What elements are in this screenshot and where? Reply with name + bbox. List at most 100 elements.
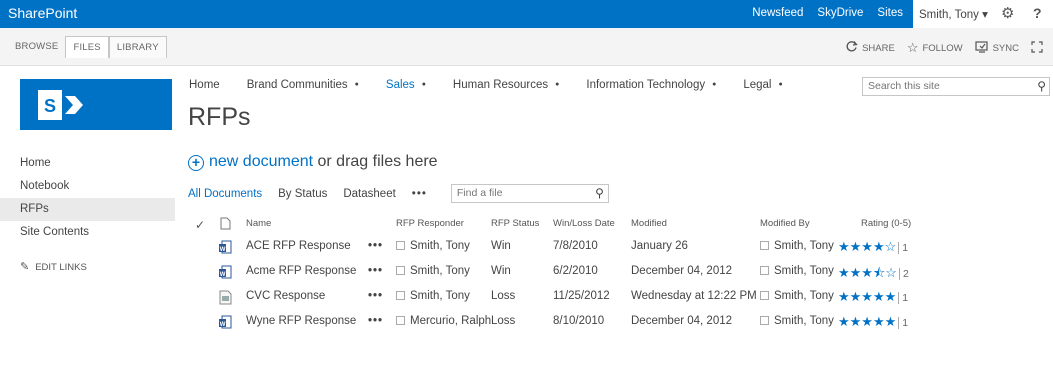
site-logo[interactable]: S: [20, 79, 172, 130]
rating-stars-icon[interactable]: ★★★★★: [838, 314, 896, 329]
page-title: RFPs: [188, 103, 251, 131]
name-column-header[interactable]: Name: [246, 218, 271, 229]
topnav-legal-label: Legal: [743, 79, 772, 91]
leftnav-item-rfps[interactable]: RFPs: [0, 198, 175, 221]
winloss-column-header[interactable]: Win/Loss Date: [553, 218, 615, 229]
modified-cell: December 04, 2012: [631, 315, 733, 327]
file-type-header-icon: [220, 217, 231, 233]
tab-files[interactable]: FILES: [65, 36, 109, 58]
responder-cell[interactable]: Smith, Tony: [396, 240, 470, 252]
modified-by-name: Smith, Tony: [774, 240, 834, 252]
search-input[interactable]: [868, 80, 1028, 92]
presence-icon: [760, 316, 769, 325]
modified-by-column-header[interactable]: Modified By: [760, 218, 810, 229]
rating-stars-icon[interactable]: ★★★★☆: [838, 239, 896, 254]
sync-button[interactable]: SYNC: [974, 40, 1019, 56]
table-row[interactable]: W ACE RFP Response ••• Smith, Tony Win 7…: [188, 236, 928, 261]
ribbon-tabs: BROWSE FILES LIBRARY: [8, 36, 167, 58]
responder-cell[interactable]: Smith, Tony: [396, 265, 470, 277]
item-menu-button[interactable]: •••: [368, 290, 383, 302]
dropdown-caret-icon: ●: [712, 81, 717, 89]
rating-cell[interactable]: ★★★★★ 1: [838, 314, 909, 330]
item-menu-button[interactable]: •••: [368, 240, 383, 252]
tab-library[interactable]: LIBRARY: [108, 36, 167, 58]
more-views-button[interactable]: •••: [412, 188, 427, 200]
leftnav-item-site-contents[interactable]: Site Contents: [0, 221, 175, 244]
follow-label: FOLLOW: [922, 42, 963, 54]
status-cell: Win: [491, 265, 511, 277]
pencil-icon: ✎: [20, 261, 30, 273]
responder-cell[interactable]: Mercurio, Ralph: [396, 315, 491, 327]
follow-button[interactable]: ☆ FOLLOW: [907, 40, 963, 56]
search-icon[interactable]: ⚲: [1037, 79, 1046, 93]
gear-icon[interactable]: ⚙: [1001, 4, 1014, 22]
modified-by-cell[interactable]: Smith, Tony: [760, 265, 834, 277]
topnav-brand-communities[interactable]: Brand Communities ●: [247, 79, 359, 91]
sites-link[interactable]: Sites: [877, 7, 903, 19]
view-all-documents[interactable]: All Documents: [188, 188, 262, 200]
leftnav-item-notebook[interactable]: Notebook: [0, 175, 175, 198]
tab-browse[interactable]: BROWSE: [8, 36, 65, 58]
document-name-link[interactable]: Acme RFP Response: [246, 265, 356, 277]
modified-column-header[interactable]: Modified: [631, 218, 667, 229]
topnav-human-resources[interactable]: Human Resources ●: [453, 79, 559, 91]
skydrive-link[interactable]: SkyDrive: [817, 7, 863, 19]
modified-by-cell[interactable]: Smith, Tony: [760, 290, 834, 302]
rating-column-header[interactable]: Rating (0-5): [861, 218, 911, 229]
modified-cell: January 26: [631, 240, 688, 252]
new-document-link[interactable]: new document: [209, 153, 313, 170]
share-button[interactable]: SHARE: [845, 40, 895, 56]
item-menu-button[interactable]: •••: [368, 265, 383, 277]
dropdown-caret-icon: ●: [354, 81, 359, 89]
word-document-icon: W: [219, 265, 232, 280]
responder-column-header[interactable]: RFP Responder: [396, 218, 464, 229]
find-file-input[interactable]: [456, 187, 587, 199]
modified-by-name: Smith, Tony: [774, 265, 834, 277]
document-name-link[interactable]: CVC Response: [246, 290, 325, 302]
user-area: Smith, Tony ▾ ⚙ ?: [913, 0, 1053, 28]
topnav-home[interactable]: Home: [189, 79, 220, 91]
rating-count: 1: [898, 242, 909, 254]
responder-name: Smith, Tony: [410, 290, 470, 302]
add-icon[interactable]: +: [188, 155, 204, 171]
rating-count: 1: [898, 292, 909, 304]
view-by-status[interactable]: By Status: [278, 188, 327, 200]
document-name-link[interactable]: Wyne RFP Response: [246, 315, 356, 327]
presence-icon: [396, 266, 405, 275]
modified-by-cell[interactable]: Smith, Tony: [760, 240, 834, 252]
view-datasheet[interactable]: Datasheet: [343, 188, 395, 200]
table-row[interactable]: W Wyne RFP Response ••• Mercurio, Ralph …: [188, 311, 928, 336]
winloss-date-cell: 6/2/2010: [553, 265, 598, 277]
leftnav-item-home[interactable]: Home: [0, 152, 175, 175]
topnav-legal[interactable]: Legal ●: [743, 79, 782, 91]
new-document-area: + new document or drag files here: [188, 153, 438, 171]
select-all-checkmark-icon[interactable]: ✓: [195, 218, 205, 232]
rating-stars-icon[interactable]: ★★★★★: [838, 289, 896, 304]
suite-links: Newsfeed SkyDrive Sites: [752, 7, 903, 19]
rating-cell[interactable]: ★★★★★ 1: [838, 289, 909, 305]
focus-on-content-button[interactable]: [1031, 40, 1043, 56]
share-label: SHARE: [862, 42, 895, 54]
topnav-information-technology[interactable]: Information Technology ●: [586, 79, 716, 91]
status-column-header[interactable]: RFP Status: [491, 218, 539, 229]
help-icon[interactable]: ?: [1033, 5, 1042, 21]
topnav-sales[interactable]: Sales ●: [386, 79, 426, 91]
document-name-link[interactable]: ACE RFP Response: [246, 240, 351, 252]
newsfeed-link[interactable]: Newsfeed: [752, 7, 803, 19]
table-row[interactable]: CVC Response ••• Smith, Tony Loss 11/25/…: [188, 286, 928, 311]
rating-stars-icon[interactable]: ★★★⯪☆: [838, 265, 897, 280]
search-icon[interactable]: ⚲: [595, 186, 604, 200]
modified-by-cell[interactable]: Smith, Tony: [760, 315, 834, 327]
user-menu[interactable]: Smith, Tony ▾: [919, 7, 988, 21]
svg-text:S: S: [44, 96, 56, 116]
table-row[interactable]: W Acme RFP Response ••• Smith, Tony Win …: [188, 261, 928, 286]
responder-cell[interactable]: Smith, Tony: [396, 290, 470, 302]
status-cell: Loss: [491, 315, 516, 327]
winloss-date-cell: 7/8/2010: [553, 240, 598, 252]
rating-count: 2: [898, 268, 909, 280]
item-menu-button[interactable]: •••: [368, 315, 383, 327]
edit-links-button[interactable]: ✎ EDIT LINKS: [20, 260, 87, 273]
rating-cell[interactable]: ★★★★☆ 1: [838, 239, 909, 255]
rating-cell[interactable]: ★★★⯪☆ 2: [838, 264, 909, 286]
sharepoint-brand[interactable]: SharePoint: [8, 5, 77, 21]
